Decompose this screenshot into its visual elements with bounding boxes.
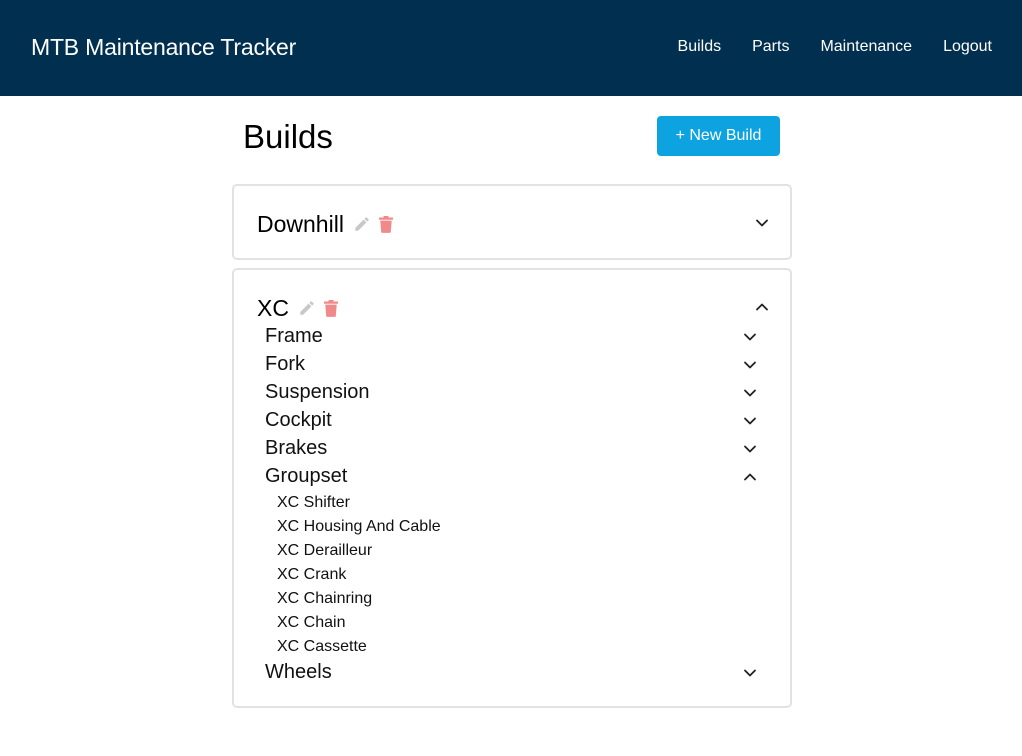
part-item[interactable]: XC Chainring (277, 590, 372, 608)
part-item[interactable]: XC Chain (277, 614, 345, 632)
nav-link-logout[interactable]: Logout (943, 38, 992, 56)
app-brand[interactable]: MTB Maintenance Tracker (31, 34, 296, 61)
chevron-up-icon[interactable] (755, 300, 769, 314)
part-item[interactable]: XC Shifter (277, 494, 350, 512)
trash-icon[interactable] (323, 299, 338, 317)
nav-links: Builds Parts Maintenance Logout (678, 38, 992, 56)
chevron-down-icon[interactable] (743, 666, 757, 680)
chevron-down-icon[interactable] (743, 330, 757, 344)
pencil-icon[interactable] (353, 215, 371, 233)
part-item[interactable]: XC Derailleur (277, 542, 372, 560)
section-groupset[interactable]: Groupset (265, 465, 347, 488)
part-item[interactable]: XC Cassette (277, 638, 367, 656)
chevron-down-icon[interactable] (743, 386, 757, 400)
build-card-xc: XC Frame Fork Suspension Cockpit Brakes … (232, 268, 792, 708)
nav-link-builds[interactable]: Builds (678, 38, 722, 56)
section-brakes[interactable]: Brakes (265, 437, 327, 460)
chevron-up-icon[interactable] (743, 470, 757, 484)
section-fork[interactable]: Fork (265, 353, 305, 376)
build-name: XC (257, 294, 289, 321)
trash-icon[interactable] (378, 215, 393, 233)
chevron-down-icon[interactable] (755, 216, 769, 230)
section-frame[interactable]: Frame (265, 325, 323, 348)
build-header[interactable]: Downhill (257, 208, 393, 240)
build-name: Downhill (257, 210, 344, 237)
part-item[interactable]: XC Housing And Cable (277, 518, 441, 536)
chevron-down-icon[interactable] (743, 442, 757, 456)
build-card-downhill: Downhill (232, 184, 792, 260)
section-wheels[interactable]: Wheels (265, 661, 332, 684)
build-header[interactable]: XC (257, 292, 338, 324)
part-item[interactable]: XC Crank (277, 566, 346, 584)
top-navbar: MTB Maintenance Tracker Builds Parts Mai… (0, 0, 1022, 96)
section-suspension[interactable]: Suspension (265, 381, 370, 404)
chevron-down-icon[interactable] (743, 414, 757, 428)
nav-link-parts[interactable]: Parts (752, 38, 789, 56)
chevron-down-icon[interactable] (743, 358, 757, 372)
nav-link-maintenance[interactable]: Maintenance (820, 38, 912, 56)
pencil-icon[interactable] (298, 299, 316, 317)
new-build-button[interactable]: + New Build (657, 116, 780, 156)
page-title: Builds (243, 118, 333, 155)
section-cockpit[interactable]: Cockpit (265, 409, 332, 432)
